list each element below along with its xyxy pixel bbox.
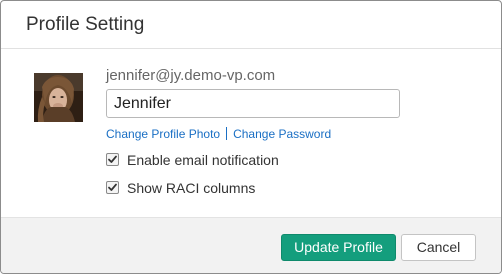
- checkmark-icon: [108, 183, 117, 191]
- dialog-footer: Update Profile Cancel: [1, 217, 501, 273]
- profile-setting-dialog: Profile Setting jennifer@jy.demo-vp.com …: [0, 0, 502, 274]
- cancel-button[interactable]: Cancel: [401, 234, 476, 261]
- change-profile-photo-link[interactable]: Change Profile Photo: [106, 127, 220, 141]
- profile-email: jennifer@jy.demo-vp.com: [106, 67, 276, 84]
- update-profile-button[interactable]: Update Profile: [281, 234, 396, 261]
- avatar-photo: [34, 73, 83, 122]
- link-divider: [226, 127, 228, 140]
- email-notification-label: Enable email notification: [127, 152, 279, 168]
- raci-columns-checkbox[interactable]: [106, 181, 119, 194]
- email-notification-option: Enable email notification: [106, 152, 279, 168]
- raci-columns-option: Show RACI columns: [106, 180, 255, 196]
- avatar: [34, 73, 83, 122]
- change-password-link[interactable]: Change Password: [233, 127, 331, 141]
- dialog-title: Profile Setting: [26, 14, 145, 35]
- email-notification-checkbox[interactable]: [106, 153, 119, 166]
- checkmark-icon: [108, 155, 117, 163]
- name-input[interactable]: [106, 89, 400, 118]
- profile-links: Change Profile Photo Change Password: [106, 127, 331, 141]
- dialog-header: Profile Setting: [1, 1, 501, 49]
- raci-columns-label: Show RACI columns: [127, 180, 256, 196]
